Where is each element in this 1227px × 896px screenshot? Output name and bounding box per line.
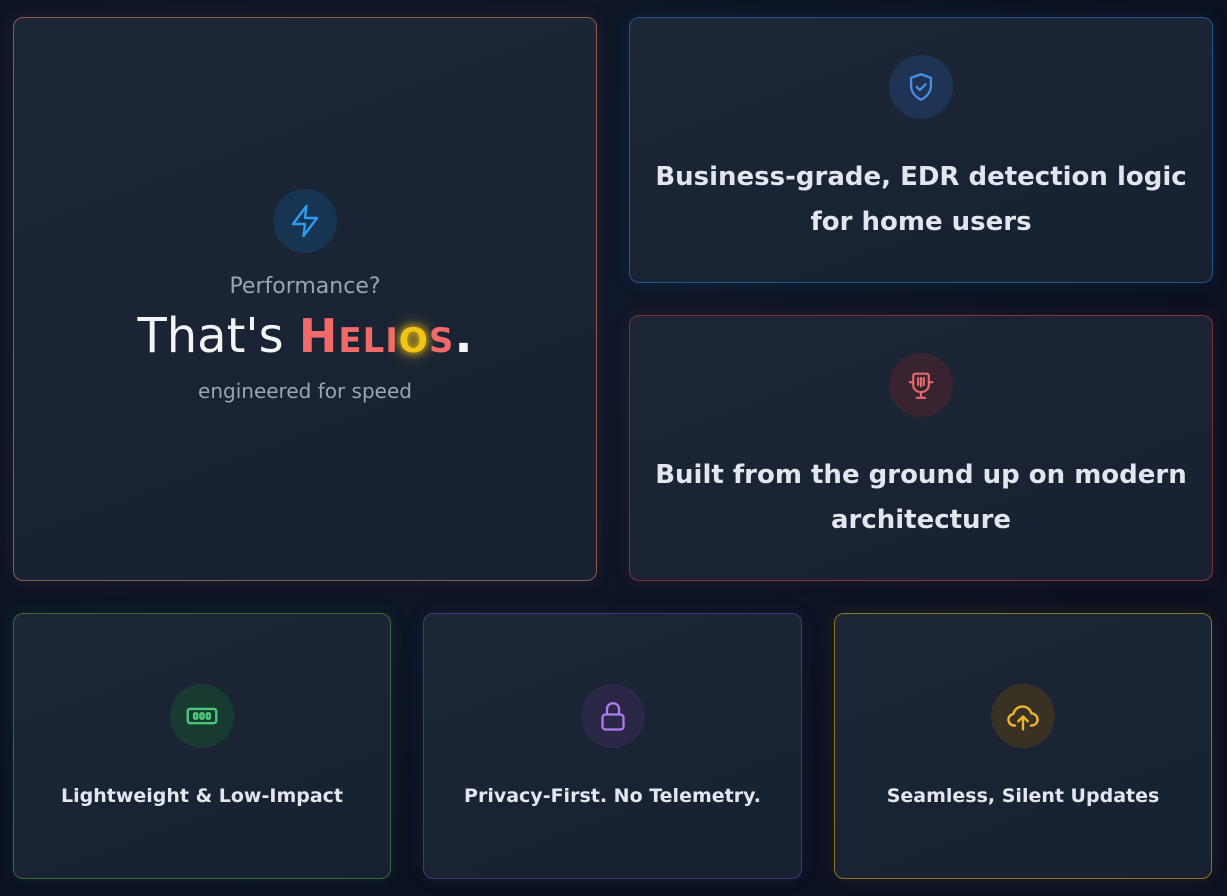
lightweight-label: Lightweight & Low-Impact <box>60 785 344 807</box>
privacy-card: Privacy-First. No Telemetry. <box>423 613 802 879</box>
updates-card: Seamless, Silent Updates <box>834 613 1212 879</box>
cloud-upload-icon <box>991 684 1055 748</box>
edr-label: Business-grade, EDR detection logic for … <box>655 162 1187 237</box>
architecture-card: Built from the ground up on modern archi… <box>629 315 1213 581</box>
performance-subtitle: engineered for speed <box>198 378 412 403</box>
brand-wordmark: HELIOS <box>298 308 455 363</box>
privacy-label: Privacy-First. No Telemetry. <box>464 785 761 807</box>
hero-title: That's HELIOS. <box>137 307 472 370</box>
memory-icon <box>170 684 234 748</box>
brand-glow-letter: O <box>398 320 429 361</box>
performance-content: Performance? That's HELIOS. engineered f… <box>137 188 473 404</box>
hero-title-prefix: That's <box>137 307 299 364</box>
chip-icon <box>889 353 953 417</box>
features-grid: Performance? That's HELIOS. engineered f… <box>0 0 1227 896</box>
lightning-bolt-icon <box>273 188 337 253</box>
lock-icon <box>580 684 645 748</box>
hero-title-suffix: . <box>454 307 473 364</box>
performance-kicker: Performance? <box>229 273 381 299</box>
architecture-label: Built from the ground up on modern archi… <box>655 460 1187 535</box>
updates-label: Seamless, Silent Updates <box>886 785 1160 807</box>
shield-check-icon <box>889 55 953 119</box>
performance-card: Performance? That's HELIOS. engineered f… <box>13 17 597 581</box>
lightweight-card: Lightweight & Low-Impact <box>13 613 391 879</box>
edr-card: Business-grade, EDR detection logic for … <box>629 17 1213 283</box>
